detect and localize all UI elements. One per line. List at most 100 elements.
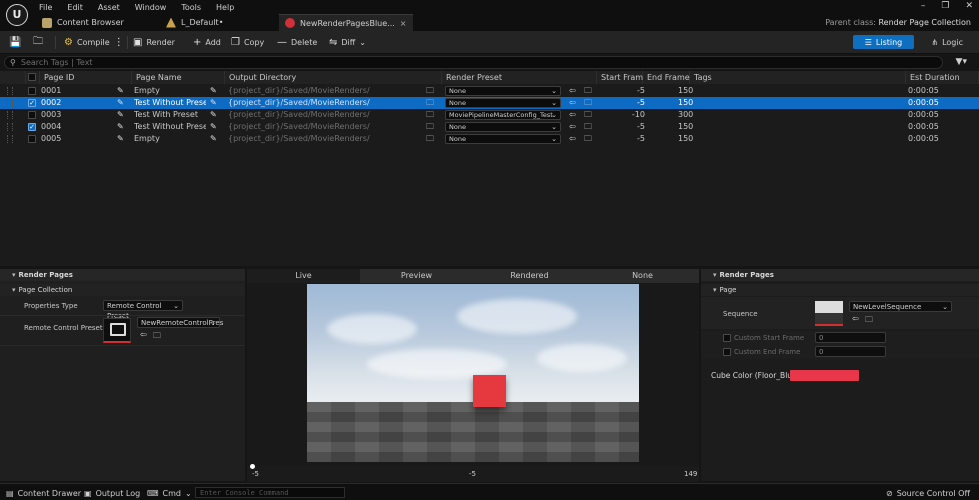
unreal-logo-icon[interactable]: U: [6, 4, 28, 26]
row-checkbox[interactable]: ✓: [28, 99, 36, 107]
table-row[interactable]: ✓ 0002 ✎ Test Without Preset ✎ {project_dir}/…: [0, 97, 979, 109]
edit-id-icon[interactable]: ✎: [117, 109, 124, 121]
row-checkbox[interactable]: [28, 87, 36, 95]
row-checkbox[interactable]: [28, 135, 36, 143]
close-icon[interactable]: ×: [400, 19, 407, 28]
edit-name-icon[interactable]: ✎: [210, 121, 217, 133]
column-est-duration[interactable]: Est Duration: [906, 71, 979, 84]
edit-id-icon[interactable]: ✎: [117, 133, 124, 145]
copy-button[interactable]: ❐ Copy: [231, 35, 264, 50]
menu-window[interactable]: Window: [135, 3, 167, 12]
edit-id-icon[interactable]: ✎: [117, 121, 124, 133]
tab-live[interactable]: Live: [247, 269, 360, 283]
browse-icon[interactable]: 🗀: [865, 314, 873, 328]
edit-name-icon[interactable]: ✎: [210, 85, 217, 97]
use-selected-icon[interactable]: ⇦: [569, 133, 576, 145]
drag-handle[interactable]: [7, 87, 13, 95]
compile-button[interactable]: ⚙ Compile ⋮: [64, 35, 124, 50]
browse-folder-icon[interactable]: 🗀: [426, 97, 434, 109]
maximize-icon[interactable]: ❐: [941, 1, 949, 11]
tab-preview[interactable]: Preview: [360, 269, 473, 283]
filter-icon[interactable]: ▼▾: [956, 57, 967, 67]
drag-handle[interactable]: [7, 99, 13, 107]
table-row[interactable]: ✓ 0004 ✎ Test Without Preset ✎ {project_dir}/…: [0, 121, 979, 133]
menu-help[interactable]: Help: [216, 3, 234, 12]
column-page-name[interactable]: Page Name: [132, 71, 225, 84]
tab-none[interactable]: None: [586, 269, 699, 283]
custom-end-checkbox[interactable]: [723, 348, 731, 356]
save-button[interactable]: 💾: [9, 35, 21, 50]
properties-type-dropdown[interactable]: Remote Control Preset ⌄: [103, 300, 183, 320]
render-preset-dropdown[interactable]: None ⌄: [445, 122, 561, 132]
browse-preset-icon[interactable]: 🗀: [584, 133, 592, 145]
edit-name-icon[interactable]: ✎: [210, 109, 217, 121]
edit-name-icon[interactable]: ✎: [210, 97, 217, 109]
render-preset-dropdown[interactable]: None ⌄: [445, 86, 561, 96]
table-row[interactable]: 0001 ✎ Empty ✎ {project_dir}/Saved/MovieRend…: [0, 85, 979, 97]
browse-folder-icon[interactable]: 🗀: [426, 109, 434, 121]
rc-preset-dropdown[interactable]: NewRemoteControlPres ⌄: [137, 317, 223, 328]
minimize-icon[interactable]: –: [921, 1, 926, 11]
browse-preset-icon[interactable]: 🗀: [584, 121, 592, 133]
browse-folder-icon[interactable]: 🗀: [426, 85, 434, 97]
row-checkbox[interactable]: [28, 111, 36, 119]
content-drawer-button[interactable]: ▤ Content Drawer: [6, 487, 81, 499]
tab-render-pages-blueprint[interactable]: NewRenderPagesBlue... ×: [279, 14, 413, 31]
render-preset-dropdown[interactable]: MoviePipelineMasterConfig_Test ⌄: [445, 110, 561, 120]
cmd-dropdown[interactable]: ⌨ Cmd ⌄: [147, 487, 192, 499]
render-button[interactable]: ▣ Render: [133, 35, 175, 50]
column-start-frame[interactable]: Start Frame: [597, 71, 648, 84]
delete-button[interactable]: — Delete: [277, 35, 317, 50]
table-row[interactable]: 0005 ✎ Empty ✎ {project_dir}/Saved/MovieRend…: [0, 133, 979, 145]
timeline-playhead[interactable]: [250, 464, 255, 469]
add-button[interactable]: + Add: [193, 35, 221, 50]
diff-button[interactable]: ⇋ Diff ⌄: [329, 35, 366, 50]
menu-edit[interactable]: Edit: [67, 3, 83, 12]
logic-mode-button[interactable]: ⋔ Logic: [931, 35, 963, 49]
section-page[interactable]: ▾ Page: [701, 284, 979, 296]
row-checkbox[interactable]: ✓: [28, 123, 36, 131]
browse-preset-icon[interactable]: 🗀: [584, 97, 592, 109]
listing-mode-button[interactable]: ☰ Listing: [853, 35, 914, 49]
browse-folder-icon[interactable]: 🗀: [426, 121, 434, 133]
cube-color-swatch[interactable]: [790, 370, 859, 381]
select-all-checkbox[interactable]: [28, 73, 36, 81]
use-selected-icon[interactable]: ⇦: [569, 97, 576, 109]
menu-asset[interactable]: Asset: [98, 3, 120, 12]
console-command-input[interactable]: Enter Console Command: [195, 487, 345, 498]
collapse-icon[interactable]: ▾: [12, 271, 16, 279]
use-selected-icon[interactable]: ⇦: [569, 85, 576, 97]
browse-folder-icon[interactable]: 🗀: [426, 133, 434, 145]
render-preset-dropdown[interactable]: None ⌄: [445, 98, 561, 108]
column-render-preset[interactable]: Render Preset: [442, 71, 597, 84]
menu-tools[interactable]: Tools: [181, 3, 201, 12]
sequence-thumbnail[interactable]: [815, 301, 843, 326]
column-output-directory[interactable]: Output Directory: [225, 71, 442, 84]
tab-content-browser[interactable]: Content Browser: [36, 14, 130, 31]
live-viewport-image[interactable]: [307, 284, 639, 462]
use-selected-icon[interactable]: ⇦: [140, 330, 147, 339]
section-page-collection[interactable]: ▾ Page Collection: [0, 284, 245, 296]
edit-id-icon[interactable]: ✎: [117, 85, 124, 97]
column-end-frame[interactable]: End Frame: [643, 71, 690, 84]
use-selected-icon[interactable]: ⇦: [569, 109, 576, 121]
header-select[interactable]: [26, 71, 40, 84]
collapse-icon[interactable]: ▾: [713, 271, 717, 279]
search-input[interactable]: ⚲ Search Tags | Text: [4, 56, 943, 69]
rc-preset-thumbnail[interactable]: [103, 318, 131, 343]
menu-file[interactable]: File: [39, 3, 52, 12]
drag-handle[interactable]: [7, 123, 13, 131]
render-preset-dropdown[interactable]: None ⌄: [445, 134, 561, 144]
browse-preset-icon[interactable]: 🗀: [584, 109, 592, 121]
browse-preset-icon[interactable]: 🗀: [584, 85, 592, 97]
column-tags[interactable]: Tags: [690, 71, 906, 84]
viewport-timeline[interactable]: -5 -5 149: [247, 466, 699, 482]
drag-handle[interactable]: [7, 111, 13, 119]
output-log-button[interactable]: ▣ Output Log: [84, 487, 140, 499]
tab-level[interactable]: L_Default•: [160, 14, 229, 31]
custom-end-input[interactable]: 0: [815, 346, 886, 357]
custom-start-input[interactable]: 0: [815, 332, 886, 343]
edit-id-icon[interactable]: ✎: [117, 97, 124, 109]
sequence-dropdown[interactable]: NewLevelSequence ⌄: [849, 301, 952, 312]
tab-rendered[interactable]: Rendered: [473, 269, 586, 283]
